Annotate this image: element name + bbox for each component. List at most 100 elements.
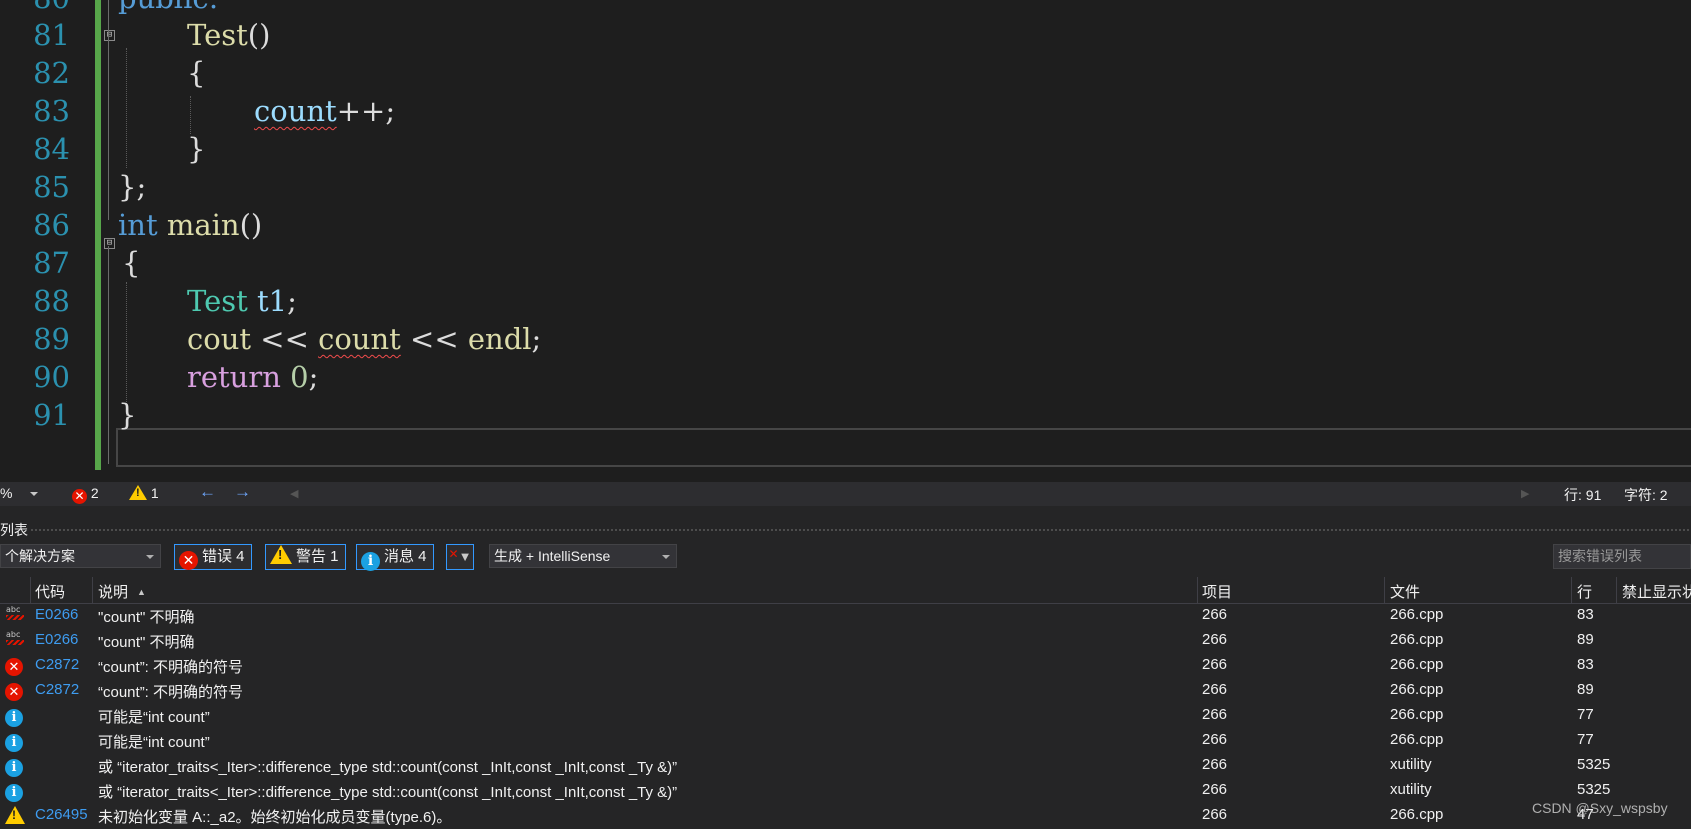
error-code-link[interactable]: E0266 (35, 606, 78, 623)
errors-filter-button[interactable]: ✕ 错误 4 (174, 544, 252, 570)
table-row[interactable]: ✕ C2872 “count”: 不明确的符号 266 266.cpp 83 (0, 653, 1691, 678)
column-divider[interactable] (1197, 577, 1198, 603)
arrow-right-icon[interactable]: → (234, 482, 251, 502)
line-number: 82 (33, 56, 70, 90)
error-description: 未初始化变量 A::_a2。始终初始化成员变量(type.6)。 (98, 809, 452, 826)
column-header-line[interactable]: 行 (1577, 581, 1592, 602)
table-row[interactable]: ! C26495 未初始化变量 A::_a2。始终初始化成员变量(type.6)… (0, 803, 1691, 828)
scope-dropdown[interactable]: 个解决方案 (0, 544, 161, 568)
error-file: 266.cpp (1390, 706, 1444, 723)
table-row[interactable]: i 可能是“int count” 266 266.cpp 77 (0, 703, 1691, 728)
column-header-file[interactable]: 文件 (1390, 581, 1420, 602)
panel-drag-handle[interactable] (30, 528, 1691, 532)
code-line-90[interactable]: return 0; (187, 357, 318, 398)
error-description: 或 “iterator_traits<_Iter>::difference_ty… (98, 784, 678, 801)
table-row[interactable]: i 或 “iterator_traits<_Iter>::difference_… (0, 753, 1691, 778)
code-token: () (247, 18, 271, 52)
column-divider[interactable] (1616, 577, 1617, 603)
error-project: 266 (1202, 656, 1228, 673)
code-line-85[interactable]: }; (118, 167, 146, 208)
error-count-indicator[interactable]: ✕ 2 (72, 485, 99, 504)
messages-filter-button[interactable]: i 消息 4 (356, 544, 434, 571)
error-project: 266 (1202, 806, 1228, 823)
column-header-description[interactable]: 说明 ▲ (98, 581, 146, 602)
warning-icon: ! (5, 806, 25, 824)
line-number: 83 (33, 94, 70, 128)
column-header-description-label: 说明 (98, 584, 129, 601)
error-code-link[interactable]: E0266 (35, 631, 78, 648)
clear-filter-button[interactable]: ✕▼ (446, 544, 474, 570)
code-line-88[interactable]: Test t1; (187, 281, 297, 322)
collapse-icon[interactable]: ⊟ (104, 30, 115, 41)
error-code-link[interactable]: C2872 (35, 681, 79, 698)
error-project: 266 (1202, 606, 1228, 623)
code-line-84[interactable]: } (187, 129, 205, 170)
error-squiggle-token[interactable]: count (254, 94, 337, 128)
code-line-83[interactable]: count++; (254, 91, 395, 132)
scroll-left-icon[interactable]: ◀ (290, 487, 298, 500)
scope-value: 个解决方案 (5, 548, 75, 564)
code-line-87[interactable]: { (122, 243, 140, 284)
code-line-91[interactable]: } (118, 395, 136, 436)
table-row[interactable]: i 可能是“int count” 266 266.cpp 77 (0, 728, 1691, 753)
warnings-filter-button[interactable]: ! 警告 1 (265, 544, 346, 570)
error-project: 266 (1202, 631, 1228, 648)
column-header-suppression[interactable]: 禁止显示状 (1622, 581, 1691, 602)
funnel-icon: ▼ (458, 549, 472, 564)
error-line: 77 (1577, 731, 1594, 748)
line-number: 86 (33, 208, 70, 242)
line-indicator: 行: 91 (1564, 487, 1602, 503)
watermark: CSDN @Sxy_wspsby (1532, 800, 1668, 816)
table-row[interactable]: i 或 “iterator_traits<_Iter>::difference_… (0, 778, 1691, 803)
column-divider[interactable] (30, 577, 31, 603)
error-project: 266 (1202, 756, 1228, 773)
column-indicator: 字符: 2 (1624, 487, 1668, 503)
zoom-dropdown[interactable]: % (0, 485, 39, 501)
error-code-link[interactable]: C2872 (35, 656, 79, 673)
column-divider[interactable] (1384, 577, 1385, 603)
scope-guide (108, 246, 109, 464)
error-description: 可能是“int count” (98, 709, 210, 726)
column-header-project[interactable]: 项目 (1202, 581, 1232, 602)
error-file: 266.cpp (1390, 806, 1444, 823)
column-header-code[interactable]: 代码 (35, 581, 65, 602)
error-file: 266.cpp (1390, 681, 1444, 698)
arrow-left-icon[interactable]: ← (199, 482, 216, 502)
info-icon: i (5, 709, 23, 727)
table-row[interactable]: ✕ C2872 “count”: 不明确的符号 266 266.cpp 89 (0, 678, 1691, 703)
line-number: 85 (33, 170, 70, 204)
warning-count-indicator[interactable]: ! 1 (129, 485, 159, 501)
code-token: t1 (257, 284, 288, 318)
indent-guide (126, 48, 127, 168)
build-source-dropdown[interactable]: 生成 + IntelliSense (489, 544, 677, 568)
info-icon: i (361, 552, 380, 571)
code-line-86[interactable]: int main() (118, 205, 262, 246)
error-description: "count" 不明确 (98, 609, 195, 626)
search-error-list-input[interactable]: 搜索错误列表 (1553, 544, 1691, 569)
error-squiggle-token[interactable]: count (318, 322, 401, 356)
column-divider[interactable] (92, 577, 93, 603)
code-line-82[interactable]: { (187, 53, 205, 94)
code-line-89[interactable]: cout << count << endl; (187, 319, 541, 360)
code-token: return (187, 360, 281, 394)
table-row[interactable]: abc E0266 "count" 不明确 266 266.cpp 83 (0, 603, 1691, 628)
info-icon: i (5, 784, 23, 802)
row-info-icon-wrap: i (5, 706, 23, 727)
code-token: public: (118, 0, 218, 15)
error-file: 266.cpp (1390, 606, 1444, 623)
code-editor[interactable]: 80 81 82 83 84 85 86 87 88 89 90 91 ⊟ ⊟ … (0, 0, 1691, 470)
code-token: int (118, 208, 158, 242)
code-line-81[interactable]: Test() (187, 15, 270, 56)
error-code-link[interactable]: C26495 (35, 806, 88, 823)
table-row[interactable]: abc E0266 "count" 不明确 266 266.cpp 89 (0, 628, 1691, 653)
line-number: 90 (33, 360, 70, 394)
code-token: Test (187, 18, 248, 52)
error-project: 266 (1202, 781, 1228, 798)
scope-guide (108, 0, 109, 212)
column-divider[interactable] (1571, 577, 1572, 603)
code-token: endl (467, 322, 532, 356)
scroll-right-icon[interactable]: ▶ (1521, 487, 1529, 500)
chevron-down-icon (662, 555, 670, 559)
collapse-icon[interactable]: ⊟ (104, 238, 115, 249)
warning-icon: ! (270, 545, 292, 564)
